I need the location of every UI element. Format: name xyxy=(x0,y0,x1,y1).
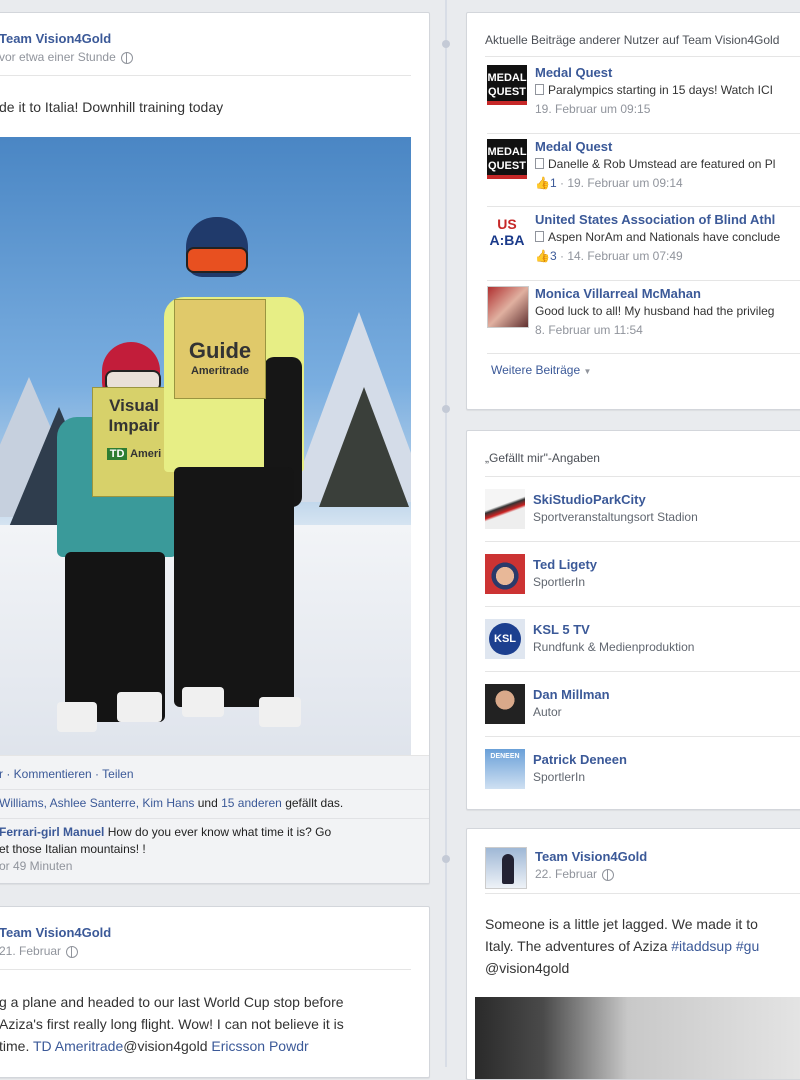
likers-names[interactable]: Williams, Ashlee Santerre, Kim Hans xyxy=(0,796,194,810)
ksl-logo: KSL xyxy=(485,619,525,659)
bib-guide: Guide Ameritrade xyxy=(174,299,266,399)
recent-post-text[interactable]: Aspen NorAm and Nationals have conclude xyxy=(535,230,780,244)
likes-summary: Williams, Ashlee Santerre, Kim Hans und … xyxy=(0,796,343,810)
likes-conj: und xyxy=(197,796,218,810)
post-line-3: time. TD Ameritrade@vision4gold Ericsson… xyxy=(0,1038,309,1054)
divider xyxy=(0,75,411,76)
liked-page-category: Rundfunk & Medienproduktion xyxy=(533,640,695,654)
liked-page-name[interactable]: KSL 5 TV xyxy=(533,622,590,637)
thumbs-up-icon: 👍 xyxy=(535,249,550,263)
left-post2-card: Team Vision4Gold 21. Februar g a plane a… xyxy=(0,906,430,1078)
mention-td-ameritrade[interactable]: TD Ameritrade xyxy=(33,1038,123,1054)
left-post-card: Team Vision4Gold vor etwa einer Stunde d… xyxy=(0,12,430,884)
likes-box: „Gefällt mir"-Angaben SkiStudioParkCity … xyxy=(466,430,800,810)
post-timestamp[interactable]: vor etwa einer Stunde xyxy=(0,50,133,64)
thumbs-up-icon: 👍 xyxy=(535,176,550,190)
recent-post-item[interactable]: Monica Villarreal McMahan Good luck to a… xyxy=(487,286,800,352)
recent-post-text[interactable]: Paralympics starting in 15 days! Watch I… xyxy=(535,83,773,97)
liked-page-category: Sportveranstaltungsort Stadion xyxy=(533,510,698,524)
hashtag-gu[interactable]: #gu xyxy=(736,938,759,954)
like-count[interactable]: 3 xyxy=(550,249,557,263)
globe-icon xyxy=(602,868,615,881)
recent-post-meta: 👍1 · 19. Februar um 09:14 xyxy=(535,176,683,190)
liked-page-item[interactable]: SkiStudioParkCity Sportveranstaltungsort… xyxy=(485,489,800,549)
liked-page-category: SportlerIn xyxy=(533,575,586,589)
doc-icon xyxy=(535,84,544,95)
timeline-divider xyxy=(445,0,447,1067)
post-photo[interactable]: Visual Impair TD Ameri Guide Ameritrade xyxy=(0,137,411,755)
post-line-2: Aziza's first really long flight. Wow! I… xyxy=(0,1016,344,1032)
chevron-down-icon: ▼ xyxy=(583,367,592,376)
post-author[interactable]: Team Vision4Gold xyxy=(0,925,111,940)
recent-post-text[interactable]: Danelle & Rob Umstead are featured on Pl xyxy=(535,157,775,171)
post-actions[interactable]: r · Kommentieren · Teilen xyxy=(0,767,134,781)
post-author[interactable]: Team Vision4Gold xyxy=(535,849,647,864)
post-footer: r · Kommentieren · Teilen Williams, Ashl… xyxy=(0,755,429,883)
recent-post-author[interactable]: Medal Quest xyxy=(535,65,612,80)
recent-post-item[interactable]: MEDAL QUEST Medal Quest Paralympics start… xyxy=(487,65,800,131)
recent-posts-header: Aktuelle Beiträge anderer Nutzer auf Tea… xyxy=(485,33,780,47)
recent-post-item[interactable]: MEDAL QUEST Medal Quest Danelle & Rob Ums… xyxy=(487,139,800,205)
liked-page-item[interactable]: Dan Millman Autor xyxy=(485,684,800,744)
liked-page-name[interactable]: Dan Millman xyxy=(533,687,610,702)
comment-text-1: How do you ever know what time it is? Go xyxy=(107,825,332,839)
liked-page-name[interactable]: SkiStudioParkCity xyxy=(533,492,646,507)
post-author[interactable]: Team Vision4Gold xyxy=(0,31,111,46)
page-thumbnail: DENEEN xyxy=(485,749,525,789)
liked-page-item[interactable]: KSL KSL 5 TV Rundfunk & Medienproduktion xyxy=(485,619,800,679)
timeline-dot xyxy=(442,855,450,863)
post-photo[interactable] xyxy=(475,997,800,1079)
timeline-dot xyxy=(442,405,450,413)
post-text: Someone is a little jet lagged. We made … xyxy=(485,916,760,976)
liked-page-category: SportlerIn xyxy=(533,770,586,784)
recent-post-time[interactable]: 19. Februar um 09:15 xyxy=(535,102,650,116)
mention-ericsson-powdr[interactable]: Ericsson Powdr xyxy=(211,1038,308,1054)
recent-post-author[interactable]: Medal Quest xyxy=(535,139,612,154)
usaba-logo: US A:BA xyxy=(487,212,527,252)
comment-author[interactable]: Ferrari-girl Manuel xyxy=(0,825,104,839)
comment: Ferrari-girl Manuel How do you ever know… xyxy=(0,824,399,875)
post-timestamp[interactable]: 22. Februar xyxy=(535,867,615,881)
recent-post-item[interactable]: US A:BA United States Association of Blin… xyxy=(487,212,800,278)
post-text: g a plane and headed to our last World C… xyxy=(0,991,344,1057)
liked-page-category: Autor xyxy=(533,705,562,719)
medal-quest-logo: MEDAL QUEST xyxy=(487,65,527,105)
recent-posts-box: Aktuelle Beiträge anderer Nutzer auf Tea… xyxy=(466,12,800,410)
doc-icon xyxy=(535,158,544,169)
hashtag-itaddsup[interactable]: #itaddsup xyxy=(671,938,732,954)
page-thumbnail xyxy=(485,684,525,724)
likes-others-link[interactable]: 15 anderen xyxy=(221,796,282,810)
globe-icon xyxy=(66,945,79,958)
recent-post-author[interactable]: United States Association of Blind Athl xyxy=(535,212,775,227)
more-posts-link[interactable]: Weitere Beiträge ▼ xyxy=(491,363,591,377)
page-thumbnail xyxy=(485,554,525,594)
recent-post-author[interactable]: Monica Villarreal McMahan xyxy=(535,286,701,301)
timestamp-text[interactable]: 21. Februar xyxy=(0,944,61,958)
comment-text-2: et those Italian mountains! ! xyxy=(0,842,146,856)
likes-suffix: gefällt das. xyxy=(285,796,344,810)
recent-post-meta: 👍3 · 14. Februar um 07:49 xyxy=(535,249,683,263)
doc-icon xyxy=(535,231,544,242)
avatar xyxy=(487,286,529,328)
timeline-dot xyxy=(442,40,450,48)
liked-page-name[interactable]: Ted Ligety xyxy=(533,557,597,572)
medal-quest-logo: MEDAL QUEST xyxy=(487,139,527,179)
timestamp-text[interactable]: vor etwa einer Stunde xyxy=(0,50,116,64)
like-count[interactable]: 1 xyxy=(550,176,557,190)
comment-time[interactable]: or 49 Minuten xyxy=(0,859,72,873)
post-avatar[interactable] xyxy=(485,847,527,889)
post-text: de it to Italia! Downhill training today xyxy=(0,99,224,115)
post-line-1: g a plane and headed to our last World C… xyxy=(0,994,344,1010)
right-post-card: Team Vision4Gold 22. Februar Someone is … xyxy=(466,828,800,1080)
recent-post-text[interactable]: Good luck to all! My husband had the pri… xyxy=(535,304,774,318)
recent-post-time[interactable]: 8. Februar um 11:54 xyxy=(535,323,643,337)
liked-page-item[interactable]: DENEEN Patrick Deneen SportlerIn xyxy=(485,749,800,809)
page-thumbnail xyxy=(485,489,525,529)
globe-icon xyxy=(120,51,133,64)
liked-page-item[interactable]: Ted Ligety SportlerIn xyxy=(485,554,800,614)
post-timestamp[interactable]: 21. Februar xyxy=(0,944,79,958)
likes-header: „Gefällt mir"-Angaben xyxy=(485,451,600,465)
liked-page-name[interactable]: Patrick Deneen xyxy=(533,752,627,767)
